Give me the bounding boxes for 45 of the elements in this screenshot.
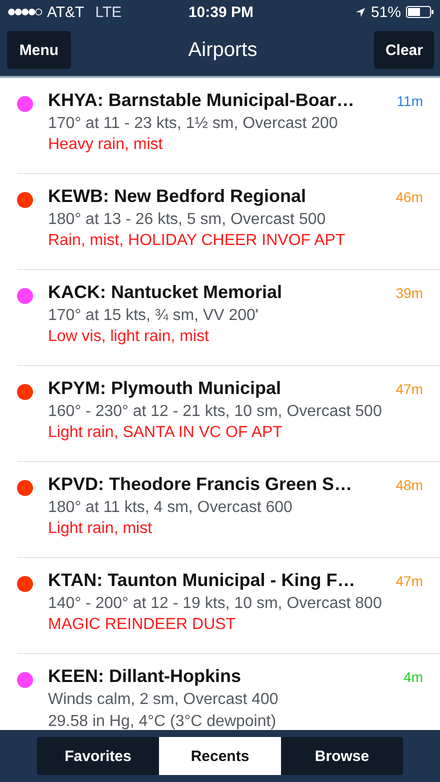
clock: 10:39 PM xyxy=(188,4,254,20)
airport-name: KEEN: Dillant-Hopkins xyxy=(48,666,242,687)
weather-details: 180° at 11 kts, 4 sm, Overcast 600 xyxy=(48,499,294,517)
report-age: 47m xyxy=(396,380,423,396)
airport-name: KPVD: Theodore Francis Green S… xyxy=(48,474,352,495)
network-type: LTE xyxy=(95,4,122,20)
airport-name: KPYM: Plymouth Municipal xyxy=(48,378,282,399)
airport-row[interactable]: KPVD: Theodore Francis Green S… 48m 180° at 11 kts, 4 sm, Overcast 600 Light rain, mist xyxy=(17,462,440,558)
screen-title: Airports xyxy=(188,38,258,62)
airport-row[interactable]: KTAN: Taunton Municipal - King F… 47m 140° - 200° at 12 - 19 kts, 10 sm, Overcast 800 MAGIC REINDEER DUST xyxy=(17,558,440,654)
airport-row[interactable]: KPYM: Plymouth Municipal 47m 160° - 230° at 12 - 21 kts, 10 sm, Overcast 500 Light rain, SANTA IN VC OF APT xyxy=(17,366,440,462)
battery-percent: 51% xyxy=(370,4,401,20)
weather-details: 29.58 in Hg, 4°C (3°C dewpoint) xyxy=(48,713,278,730)
report-age: 4m xyxy=(404,668,423,684)
location-arrow-icon xyxy=(354,6,366,18)
airport-row[interactable]: KHYA: Barnstable Municipal-Boar… 11m 170° at 11 - 23 kts, 1½ sm, Overcast 200 Heavy rain, mist xyxy=(17,78,440,174)
tab[interactable]: Recents xyxy=(159,737,281,775)
airport-row[interactable]: KACK: Nantucket Memorial 39m 170° at 15 kts, ¾ sm, VV 200' Low vis, light rain, mist xyxy=(17,270,440,366)
airport-name: KTAN: Taunton Municipal - King F… xyxy=(48,570,356,591)
report-age: 39m xyxy=(396,284,423,300)
weather-conditions: Rain, mist, HOLIDAY CHEER INVOF APT xyxy=(48,232,346,250)
report-age: 47m xyxy=(396,572,423,588)
weather-conditions: Light rain, SANTA IN VC OF APT xyxy=(48,424,284,442)
battery-icon xyxy=(406,6,434,18)
weather-conditions: Light rain, mist xyxy=(48,520,154,538)
clear-button[interactable]: Clear xyxy=(374,31,434,69)
weather-details: 170° at 15 kts, ¾ sm, VV 200' xyxy=(48,307,260,325)
report-age: 48m xyxy=(396,476,423,492)
weather-details: 170° at 11 - 23 kts, 1½ sm, Overcast 200 xyxy=(48,115,339,133)
report-age: 11m xyxy=(396,92,423,108)
weather-details: 180° at 13 - 26 kts, 5 sm, Overcast 500 xyxy=(48,211,327,229)
weather-details: 160° - 230° at 12 - 21 kts, 10 sm, Overcast 500 xyxy=(48,403,383,421)
airport-row[interactable]: KEWB: New Bedford Regional 46m 180° at 13 - 26 kts, 5 sm, Overcast 500 Rain, mist, HOLIDAY CHEER INVOF APT xyxy=(17,174,440,270)
weather-details: 140° - 200° at 12 - 19 kts, 10 sm, Overcast 800 xyxy=(48,595,383,613)
signal-icon xyxy=(8,8,42,16)
carrier: AT&T xyxy=(47,4,84,20)
weather-conditions: Heavy rain, mist xyxy=(48,136,164,154)
menu-button[interactable]: Menu xyxy=(7,31,71,69)
weather-details: Winds calm, 2 sm, Overcast 400 xyxy=(48,691,280,709)
weather-conditions: MAGIC REINDEER DUST xyxy=(48,616,237,634)
report-age: 46m xyxy=(396,188,423,204)
airport-name: KHYA: Barnstable Municipal-Boar… xyxy=(48,90,354,111)
airport-name: KEWB: New Bedford Regional xyxy=(48,186,306,207)
weather-conditions: Low vis, light rain, mist xyxy=(48,328,210,346)
airport-name: KACK: Nantucket Memorial xyxy=(48,282,282,303)
